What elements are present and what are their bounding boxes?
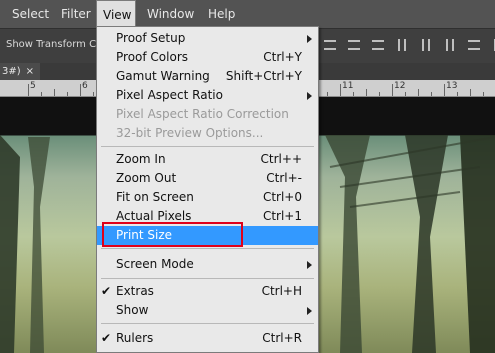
ruler-minor-tick [457,92,458,96]
menu-item-label: Show [116,303,149,317]
menu-item-show[interactable]: Show [97,301,318,320]
menu-view[interactable]: View [96,0,136,28]
ruler-minor-tick [366,89,367,96]
ruler-minor-tick [431,92,432,96]
menu-item-fit-on-screen[interactable]: Fit on Screen Ctrl+0 [97,188,318,207]
menu-item-label: Pixel Aspect Ratio Correction [116,107,289,121]
menu-item-shortcut: Ctrl+R [262,331,302,345]
menu-item-gamut-warning[interactable]: Gamut Warning Shift+Ctrl+Y [97,67,318,86]
menu-item-label: Gamut Warning [116,69,210,83]
align-left-edges-icon[interactable] [394,37,410,53]
menu-item-label: Extras [116,284,154,298]
ruler-minor-tick [67,92,68,96]
menu-item-label: Proof Setup [116,31,186,45]
menu-item-shortcut: Ctrl+H [261,284,302,298]
menu-item-zoom-in[interactable]: Zoom In Ctrl++ [97,150,318,169]
submenu-arrow-icon [307,261,312,269]
ruler-major-tick [340,84,341,96]
ruler-number: 13 [446,81,458,91]
menu-item-rulers[interactable]: ✔ Rulers Ctrl+R [97,329,318,348]
menu-item-proof-setup[interactable]: Proof Setup [97,29,318,48]
ruler-major-tick [28,84,29,96]
menu-item-screen-mode[interactable]: Screen Mode [97,255,318,274]
ruler-major-tick [392,84,393,96]
menu-item-shortcut: Ctrl+- [266,171,302,185]
menu-item-label: Fit on Screen [116,190,194,204]
ruler-number: 5 [30,81,36,91]
submenu-arrow-icon [307,35,312,43]
menu-item-shortcut: Ctrl+1 [262,209,302,223]
menu-item-print-size[interactable]: Print Size [97,226,318,245]
ruler-minor-tick [353,92,354,96]
align-right-edges-icon[interactable] [442,37,458,53]
menu-item-shortcut: Ctrl+0 [262,190,302,204]
menu-item-label: Zoom Out [116,171,177,185]
document-tab[interactable]: 3#) × [0,63,40,80]
menu-item-label: Pixel Aspect Ratio [116,88,223,102]
submenu-arrow-icon [307,307,312,315]
menu-separator [101,323,314,324]
menu-item-label: Proof Colors [116,50,188,64]
align-vertical-centers-icon[interactable] [346,37,362,53]
menu-window[interactable]: Window [141,0,200,28]
ruler-minor-tick [418,89,419,96]
menu-select[interactable]: Select [6,0,55,28]
menu-separator [101,248,314,249]
menu-item-label: 32-bit Preview Options... [116,126,264,140]
ruler-minor-tick [93,92,94,96]
menu-separator [101,278,314,279]
ruler-major-tick [444,84,445,96]
check-icon: ✔ [101,331,112,345]
ruler-minor-tick [470,89,471,96]
menu-item-zoom-out[interactable]: Zoom Out Ctrl+- [97,169,318,188]
ruler-number: 6 [82,81,88,91]
menu-item-label: Print Size [116,228,173,242]
distribute-top-icon[interactable] [466,37,482,53]
menu-item-shortcut: Ctrl+Y [263,50,302,64]
menu-item-pixel-aspect-ratio-correction: Pixel Aspect Ratio Correction [97,105,318,124]
menu-help[interactable]: Help [202,0,241,28]
menu-item-label: Zoom In [116,152,166,166]
ruler-minor-tick [483,92,484,96]
align-bottom-edges-icon[interactable] [370,37,386,53]
submenu-arrow-icon [307,92,312,100]
ruler-number: 11 [342,81,354,91]
distribute-left-icon[interactable] [490,37,495,53]
align-buttons-group [322,37,495,57]
view-menu-dropdown: Proof Setup Proof Colors Ctrl+Y Gamut Wa… [96,26,319,353]
menu-item-shortcut: Ctrl++ [260,152,302,166]
menu-item-label: Screen Mode [116,257,194,271]
menu-item-label: Actual Pixels [116,209,192,223]
document-tab-label: 3#) [2,66,21,77]
show-transform-controls-label[interactable]: Show Transform Con [6,39,109,50]
menu-bar: Select Filter View Window Help [0,0,495,28]
ruler-minor-tick [379,92,380,96]
ruler-major-tick [80,84,81,96]
align-horizontal-centers-icon[interactable] [418,37,434,53]
check-icon: ✔ [101,284,112,298]
ruler-minor-tick [54,89,55,96]
menu-separator [101,146,314,147]
ruler-minor-tick [405,92,406,96]
menu-item-32bit-preview-options: 32-bit Preview Options... [97,124,318,143]
menu-item-pixel-aspect-ratio[interactable]: Pixel Aspect Ratio [97,86,318,105]
ruler-number: 12 [394,81,406,91]
menu-item-proof-colors[interactable]: Proof Colors Ctrl+Y [97,48,318,67]
ruler-minor-tick [41,92,42,96]
menu-item-extras[interactable]: ✔ Extras Ctrl+H [97,282,318,301]
ruler-minor-tick [327,92,328,96]
menu-item-label: Rulers [116,331,154,345]
menu-filter[interactable]: Filter [55,0,97,28]
align-top-edges-icon[interactable] [322,37,338,53]
menu-item-shortcut: Shift+Ctrl+Y [225,69,302,83]
close-icon[interactable]: × [26,63,34,80]
menu-item-actual-pixels[interactable]: Actual Pixels Ctrl+1 [97,207,318,226]
